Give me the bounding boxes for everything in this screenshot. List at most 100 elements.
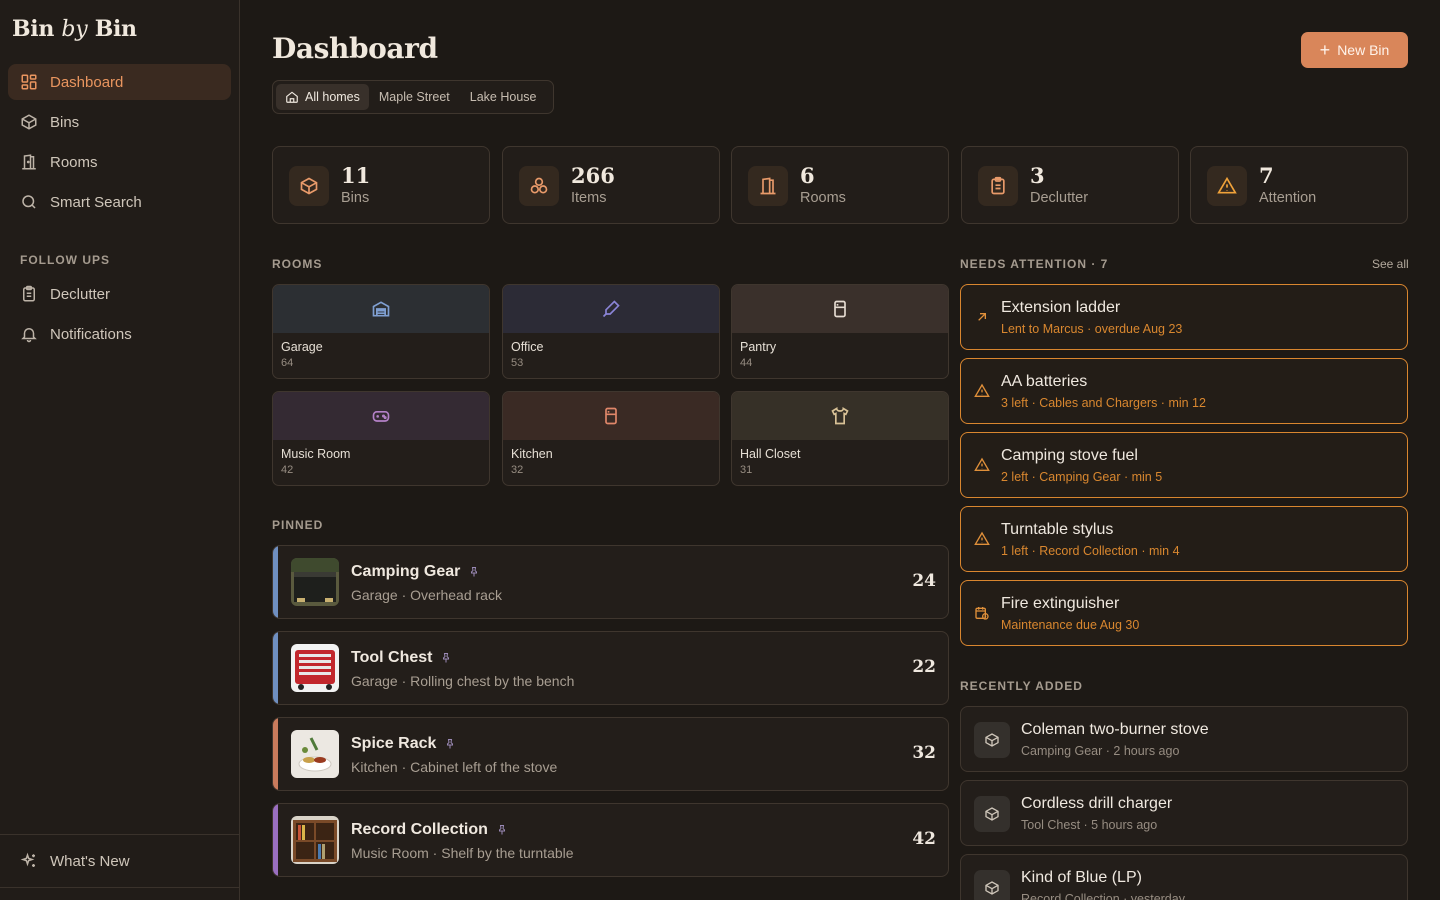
box-icon bbox=[21, 114, 37, 130]
room-card-hall-closet[interactable]: Hall Closet 31 bbox=[731, 391, 949, 486]
stat-card-attention[interactable]: 7 Attention bbox=[1190, 146, 1408, 224]
sidebar-item-declutter[interactable]: Declutter bbox=[8, 276, 231, 312]
box-icon bbox=[985, 733, 999, 747]
pinned-bin-tool-chest[interactable]: Tool Chest Garage · Rolling chest by the… bbox=[272, 631, 949, 705]
attention-title: Extension ladder bbox=[1001, 299, 1121, 316]
shirt-icon bbox=[831, 407, 849, 425]
stat-value: 6 bbox=[800, 163, 815, 188]
stat-label: Attention bbox=[1259, 190, 1317, 206]
sidebar-item-dashboard[interactable]: Dashboard bbox=[8, 64, 231, 100]
warning-icon bbox=[974, 457, 990, 471]
stat-card-rooms[interactable]: 6 Rooms bbox=[731, 146, 949, 224]
sidebar-item-label: Rooms bbox=[50, 153, 98, 171]
warning-icon bbox=[974, 531, 990, 545]
room-count: 31 bbox=[740, 464, 753, 476]
recently-added-heading: RECENTLY ADDED bbox=[960, 679, 1083, 693]
calendar-clock-icon bbox=[975, 607, 989, 620]
stat-icon-box bbox=[519, 166, 559, 206]
recent-item[interactable]: Coleman two-burner stove Camping Gear · … bbox=[960, 706, 1408, 772]
stat-value: 266 bbox=[571, 163, 615, 188]
sidebar: Bin by Bin Dashboard Bins Rooms Smart Se… bbox=[0, 0, 240, 900]
attention-detail: Lent to Marcus · overdue Aug 23 bbox=[1001, 322, 1183, 336]
pen-icon bbox=[602, 300, 620, 318]
sidebar-item-label: Dashboard bbox=[50, 73, 124, 91]
stat-card-items[interactable]: 266 Items bbox=[502, 146, 720, 224]
see-all-link[interactable]: See all bbox=[1372, 257, 1409, 271]
bin-thumbnail bbox=[291, 644, 339, 692]
garage-icon bbox=[372, 301, 390, 317]
tab-label: All homes bbox=[305, 90, 360, 104]
attention-detail: 3 left · Cables and Chargers · min 12 bbox=[1001, 396, 1206, 410]
bin-thumbnail bbox=[291, 558, 339, 606]
page-title: Dashboard bbox=[272, 32, 438, 65]
attention-title: Fire extinguisher bbox=[1001, 595, 1120, 612]
app-logo[interactable]: Bin by Bin bbox=[12, 16, 137, 42]
box-icon bbox=[300, 177, 318, 195]
bin-item-count: 22 bbox=[912, 657, 936, 677]
recent-item[interactable]: Kind of Blue (LP) Record Collection · ye… bbox=[960, 854, 1408, 900]
gamepad-icon bbox=[372, 411, 390, 422]
room-name: Pantry bbox=[740, 340, 777, 354]
warning-icon bbox=[1217, 176, 1237, 194]
bin-name-text: Camping Gear bbox=[351, 563, 461, 580]
room-count: 44 bbox=[740, 357, 753, 369]
room-card-music-room[interactable]: Music Room 42 bbox=[272, 391, 490, 486]
stat-card-declutter[interactable]: 3 Declutter bbox=[961, 146, 1179, 224]
bin-location: Music Room · Shelf by the turntable bbox=[351, 845, 574, 861]
door-icon bbox=[22, 154, 36, 170]
recent-item[interactable]: Cordless drill charger Tool Chest · 5 ho… bbox=[960, 780, 1408, 846]
tab-maple-street[interactable]: Maple Street bbox=[369, 84, 460, 110]
sidebar-item-rooms[interactable]: Rooms bbox=[8, 144, 231, 180]
accent-bar bbox=[273, 632, 278, 704]
dashboard-icon bbox=[21, 74, 37, 90]
room-card-garage[interactable]: Garage 64 bbox=[272, 284, 490, 379]
bin-name: Camping Gear bbox=[351, 563, 480, 581]
stat-icon-box bbox=[1207, 166, 1247, 206]
sidebar-footer: What's New bbox=[0, 834, 239, 888]
pin-icon bbox=[498, 825, 505, 835]
accent-bar bbox=[273, 804, 278, 876]
room-card-office[interactable]: Office 53 bbox=[502, 284, 720, 379]
pin-icon bbox=[443, 653, 450, 663]
pinned-bin-spice-rack[interactable]: Spice Rack Kitchen · Cabinet left of the… bbox=[272, 717, 949, 791]
item-icon-box bbox=[974, 796, 1010, 832]
warning-icon bbox=[974, 383, 990, 397]
item-icon-box bbox=[974, 722, 1010, 758]
pin-icon bbox=[447, 739, 454, 749]
sidebar-item-bins[interactable]: Bins bbox=[8, 104, 231, 140]
new-bin-button[interactable]: + New Bin bbox=[1301, 32, 1408, 68]
bin-location: Kitchen · Cabinet left of the stove bbox=[351, 759, 558, 775]
pinned-bin-record-collection[interactable]: Record Collection Music Room · Shelf by … bbox=[272, 803, 949, 877]
sidebar-item-smart-search[interactable]: Smart Search bbox=[8, 184, 231, 220]
tab-label: Maple Street bbox=[378, 90, 450, 104]
search-icon bbox=[22, 195, 36, 209]
recent-item-title: Cordless drill charger bbox=[1021, 795, 1173, 812]
plus-icon: + bbox=[1319, 40, 1331, 60]
follow-ups-heading: FOLLOW UPS bbox=[20, 253, 110, 267]
attention-item-fire-extinguisher[interactable]: Fire extinguisher Maintenance due Aug 30 bbox=[960, 580, 1408, 646]
sidebar-item-notifications[interactable]: Notifications bbox=[8, 316, 231, 352]
attention-item-turntable-stylus[interactable]: Turntable stylus 1 left · Record Collect… bbox=[960, 506, 1408, 572]
tab-label: Lake House bbox=[469, 90, 537, 104]
room-banner bbox=[503, 285, 719, 333]
tab-all-homes[interactable]: All homes bbox=[276, 84, 369, 110]
pinned-bin-camping-gear[interactable]: Camping Gear Garage · Overhead rack 24 bbox=[272, 545, 949, 619]
accent-bar bbox=[273, 718, 278, 790]
stat-label: Items bbox=[571, 190, 607, 206]
bin-thumbnail bbox=[291, 730, 339, 778]
whats-new-button[interactable]: What's New bbox=[8, 843, 231, 879]
recent-item-title: Coleman two-burner stove bbox=[1021, 721, 1209, 738]
bin-location: Garage · Overhead rack bbox=[351, 587, 502, 603]
item-icon-box bbox=[974, 870, 1010, 900]
attention-item-camping-stove-fuel[interactable]: Camping stove fuel 2 left · Camping Gear… bbox=[960, 432, 1408, 498]
room-banner bbox=[732, 285, 948, 333]
bin-item-count: 24 bbox=[912, 571, 936, 591]
fridge-icon bbox=[834, 300, 846, 318]
stat-card-bins[interactable]: 11 Bins bbox=[272, 146, 490, 224]
attention-item-extension-ladder[interactable]: Extension ladder Lent to Marcus · overdu… bbox=[960, 284, 1408, 350]
room-card-kitchen[interactable]: Kitchen 32 bbox=[502, 391, 720, 486]
attention-item-aa-batteries[interactable]: AA batteries 3 left · Cables and Charger… bbox=[960, 358, 1408, 424]
tab-lake-house[interactable]: Lake House bbox=[460, 84, 547, 110]
home-filter-tabs: All homes Maple Street Lake House bbox=[272, 80, 554, 114]
room-card-pantry[interactable]: Pantry 44 bbox=[731, 284, 949, 379]
